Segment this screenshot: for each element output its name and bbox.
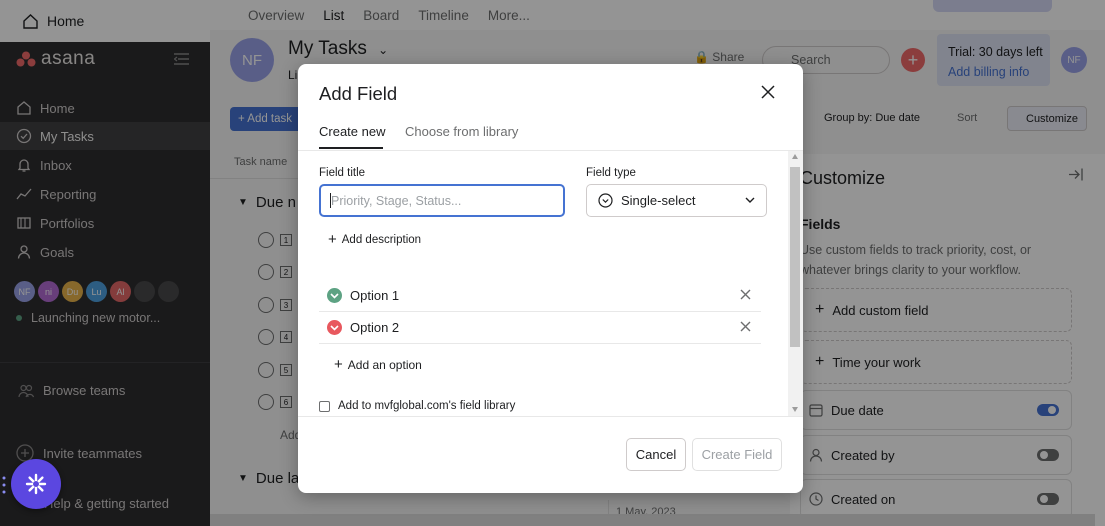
close-dialog-button[interactable] [761, 85, 775, 99]
active-tab-indicator [319, 147, 383, 149]
remove-option-icon[interactable] [740, 289, 751, 300]
field-title-input[interactable]: Priority, Stage, Status... [319, 184, 565, 217]
scroll-up-icon[interactable] [792, 154, 798, 159]
dialog-scrollbar[interactable] [788, 151, 803, 416]
field-title-placeholder: Priority, Stage, Status... [331, 194, 462, 208]
add-description-label: Add description [341, 233, 422, 246]
plus-icon: + [334, 356, 343, 373]
add-description-button[interactable]: + Add description [328, 231, 421, 248]
create-field-button[interactable]: Create Field [692, 438, 782, 471]
library-checkbox-row[interactable]: Add to mvfglobal.com's field library [319, 400, 515, 412]
add-field-dialog: Add Field Create new Choose from library… [298, 64, 803, 493]
chevron-down-icon [745, 197, 755, 203]
sparkle-icon [25, 473, 47, 495]
scrollbar-thumb[interactable] [790, 167, 800, 347]
tab-choose-from-library[interactable]: Choose from library [405, 124, 518, 139]
option-label[interactable]: Option 2 [350, 320, 399, 335]
text-cursor [330, 193, 331, 208]
field-title-label: Field title [319, 167, 366, 179]
field-type-select[interactable]: Single-select [586, 184, 767, 217]
option-label[interactable]: Option 1 [350, 288, 399, 303]
plus-icon: + [328, 231, 337, 248]
option-row[interactable]: Option 2 [319, 312, 761, 344]
remove-option-icon[interactable] [740, 321, 751, 332]
help-widget-button[interactable] [11, 459, 61, 509]
field-type-value: Single-select [621, 193, 696, 208]
cancel-button[interactable]: Cancel [626, 438, 686, 471]
option-row[interactable]: Option 1 [319, 280, 761, 312]
chevron-down-icon[interactable] [327, 288, 342, 303]
tab-create-new[interactable]: Create new [319, 124, 385, 139]
library-checkbox-label: Add to mvfglobal.com's field library [338, 400, 516, 412]
close-icon [761, 85, 775, 99]
scroll-down-icon[interactable] [792, 407, 798, 412]
dialog-title: Add Field [319, 83, 398, 104]
drag-handle-icon[interactable] [2, 476, 6, 494]
add-option-label: Add an option [347, 357, 422, 372]
dialog-body: Field title Field type Priority, Stage, … [298, 151, 788, 416]
add-option-button[interactable]: + Add an option [334, 356, 422, 373]
chevron-down-icon[interactable] [327, 320, 342, 335]
single-select-icon [598, 193, 613, 208]
library-checkbox[interactable] [319, 400, 330, 412]
field-type-label: Field type [586, 167, 636, 179]
footer-divider [298, 416, 803, 417]
